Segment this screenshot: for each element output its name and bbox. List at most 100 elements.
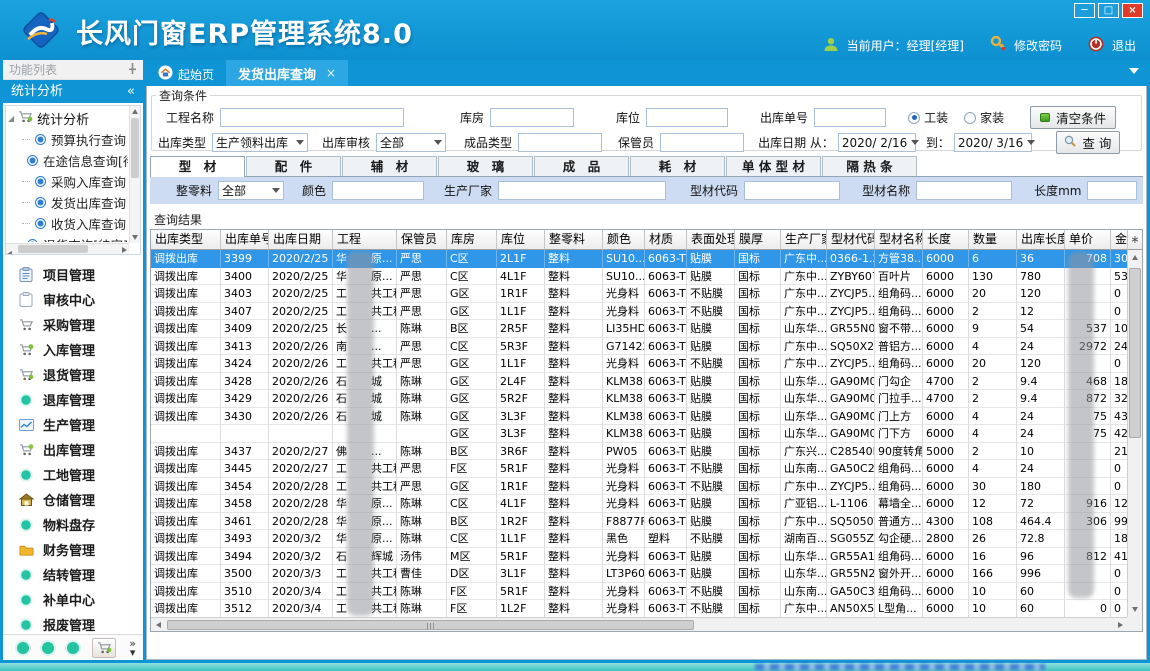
sidebar-group-statistics[interactable]: 统计分析 « (3, 80, 143, 103)
sidebar-item-5[interactable]: 退库管理 (3, 387, 143, 412)
tree-horizontal-scrollbar[interactable] (6, 243, 129, 254)
vertical-scroll-thumb[interactable] (1129, 268, 1141, 438)
nav-dot-icon[interactable] (42, 642, 54, 654)
table-row[interactable]: 调拨出库35002020/3/3工共工程曹佳D区3L1F整料LT3P606063… (151, 565, 1127, 583)
column-header-mat[interactable]: 材质 (645, 230, 687, 250)
column-header-surf[interactable]: 表面处理 (687, 230, 735, 250)
column-header-loc[interactable]: 库位 (497, 230, 545, 250)
material-tab-2[interactable]: 辅 材 (342, 156, 437, 176)
tab-close-icon[interactable]: × (326, 66, 336, 80)
sidebar-item-3[interactable]: 入库管理 (3, 337, 143, 362)
table-row[interactable]: 调拨出库34612020/2/28华原...陈琳B区1R2F整料F8877FT6… (151, 513, 1127, 531)
radio-jiazhuang[interactable]: 家装 (964, 109, 1004, 126)
column-header-qty[interactable]: 数量 (969, 230, 1017, 250)
column-header-type[interactable]: 出库类型 (151, 230, 221, 250)
nav-cart-button[interactable] (92, 638, 116, 658)
table-row[interactable]: 调拨出库34302020/2/26石城陈琳G区3L3F整料KLM38176063… (151, 408, 1127, 426)
location-input[interactable] (646, 108, 728, 127)
sidebar-item-9[interactable]: 仓储管理 (3, 487, 143, 512)
table-row[interactable]: 调拨出库35102020/3/4工共工程陈琳F区5R1F整料光身料6063-T5… (151, 583, 1127, 601)
material-tab-0[interactable]: 型 材 (150, 156, 245, 177)
tree-item-4[interactable]: 收货入库查询 (8, 213, 128, 234)
sidebar-item-4[interactable]: 退货管理 (3, 362, 143, 387)
clear-conditions-button[interactable]: 清空条件 (1030, 106, 1116, 129)
table-row[interactable]: 调拨出库34452020/2/27工共工程严思F区5R1F整料光身料6063-T… (151, 460, 1127, 478)
scroll-down-button[interactable] (1128, 602, 1142, 617)
minimize-button[interactable]: ─ (1074, 3, 1095, 18)
table-row[interactable]: 调拨出库34242020/2/26工共工程严思G区1L1F整料光身料6063-T… (151, 355, 1127, 373)
project-name-input[interactable] (220, 108, 404, 127)
sidebar-item-10[interactable]: 物料盘存 (3, 512, 143, 537)
column-header-maker[interactable]: 生产厂家 (781, 230, 827, 250)
date-to-select[interactable]: 2020/ 3/16 (954, 133, 1032, 152)
table-row[interactable]: 调拨出库34132020/2/26南...严思C区5R3F整料G71422606… (151, 338, 1127, 356)
column-header-date[interactable]: 出库日期 (269, 230, 333, 250)
sidebar-item-2[interactable]: 采购管理 (3, 312, 143, 337)
tree-item-3[interactable]: 发货出库查询 (8, 192, 128, 213)
sidebar-item-11[interactable]: 财务管理 (3, 537, 143, 562)
material-tab-3[interactable]: 玻 璃 (438, 156, 533, 176)
table-row[interactable]: 调拨出库34292020/2/26石城陈琳G区5R2F整料KLM38176063… (151, 390, 1127, 408)
scroll-left-button[interactable] (151, 615, 165, 632)
profile-code-input[interactable] (744, 181, 840, 200)
column-header-code[interactable]: 型材代码 (827, 230, 875, 250)
color-input[interactable] (332, 181, 424, 200)
column-header-color[interactable]: 颜色 (603, 230, 645, 250)
sidebar-item-7[interactable]: 出库管理 (3, 437, 143, 462)
tree-item-0[interactable]: 预算执行查询 (8, 129, 128, 150)
product-type-input[interactable] (518, 133, 602, 152)
table-row[interactable]: 调拨出库34372020/2/27佛...陈琳B区3R6F整料PW056063-… (151, 443, 1127, 461)
grid-vertical-scrollbar[interactable] (1127, 250, 1142, 617)
table-row[interactable]: 调拨出库34932020/3/2华原...陈琳C区1L1F整料黑色塑料不贴膜国标… (151, 530, 1127, 548)
keeper-input[interactable] (660, 133, 744, 152)
nav-dot-icon[interactable] (17, 642, 29, 654)
column-header-outlen[interactable]: 出库长度 (1017, 230, 1065, 250)
column-header-amount[interactable]: 金额 (1111, 230, 1127, 250)
tab-home[interactable]: 起始页 (146, 62, 226, 86)
horizontal-scroll-thumb[interactable] (167, 620, 694, 630)
column-header-film[interactable]: 膜厚 (735, 230, 781, 250)
length-input[interactable] (1087, 181, 1137, 200)
column-header-no[interactable]: 出库单号 (221, 230, 269, 250)
order-no-input[interactable] (814, 108, 886, 127)
table-row[interactable]: 调拨出库34032020/2/25工共工程严思G区1R1F整料光身料6063-T… (151, 285, 1127, 303)
tree-item-1[interactable]: 在途信息查询[待 (8, 150, 128, 171)
pin-icon[interactable] (128, 60, 137, 80)
tab-outbound-query[interactable]: 发货出库查询 × (226, 60, 348, 86)
table-row[interactable]: 调拨出库33992020/2/25华原...严思C区2L1F整料SU10...6… (151, 250, 1127, 268)
material-tab-7[interactable]: 隔 热 条 (822, 156, 917, 176)
profile-name-input[interactable] (916, 181, 1012, 200)
table-row[interactable]: 调拨出库34072020/2/25工共工程严思G区1L1F整料光身料6063-T… (151, 303, 1127, 321)
nav-dot-icon[interactable] (67, 642, 79, 654)
tree-vertical-scrollbar[interactable] (129, 106, 140, 243)
scroll-right-button[interactable] (1113, 615, 1127, 632)
date-from-select[interactable]: 2020/ 2/16 (838, 133, 916, 152)
column-header-len[interactable]: 长度 (923, 230, 969, 250)
tab-list-caret-icon[interactable] (1129, 68, 1139, 74)
material-tab-5[interactable]: 耗 材 (630, 156, 725, 176)
column-header-whole[interactable]: 整零料 (545, 230, 603, 250)
table-row[interactable]: 调拨出库34002020/2/25华原...严思C区4L1F整料SU10...6… (151, 268, 1127, 286)
search-button[interactable]: 查 询 (1056, 131, 1120, 154)
warehouse-input[interactable] (490, 108, 574, 127)
tree-root-statistics[interactable]: ◢ 统计分析 (8, 108, 128, 129)
table-row[interactable]: 调拨出库34092020/2/25长...陈琳B区2R5F整料LI35HD606… (151, 320, 1127, 338)
radio-gongzhuang[interactable]: 工装 (908, 109, 948, 126)
close-button[interactable]: × (1122, 3, 1143, 18)
column-header-name[interactable]: 型材名称 (875, 230, 923, 250)
table-row[interactable]: 调拨出库34942020/3/2石辉城汤伟M区5R1F整料光身料6063-T5贴… (151, 548, 1127, 566)
tree-item-5[interactable]: 退货查询[待定] (8, 234, 128, 242)
table-row[interactable]: 调拨出库34582020/2/28华原...陈琳C区4L1F整料光身料6063-… (151, 495, 1127, 513)
change-password-link[interactable]: 修改密码 (1014, 37, 1062, 54)
maximize-button[interactable]: □ (1098, 3, 1119, 18)
audit-select[interactable]: 全部 (376, 133, 446, 152)
column-header-keeper[interactable]: 保管员 (397, 230, 447, 250)
table-row[interactable]: 调拨出库34542020/2/28工共工程严思G区1R1F整料光身料6063-T… (151, 478, 1127, 496)
overflow-chevron[interactable]: »▾ (129, 639, 136, 657)
sidebar-item-0[interactable]: 项目管理 (3, 262, 143, 287)
column-header-proj[interactable]: 工程 (333, 230, 397, 250)
sidebar-item-8[interactable]: 工地管理 (3, 462, 143, 487)
column-chooser-button[interactable]: ∗ (1127, 230, 1142, 250)
collapse-icon[interactable]: « (127, 80, 135, 103)
sidebar-item-6[interactable]: 生产管理 (3, 412, 143, 437)
